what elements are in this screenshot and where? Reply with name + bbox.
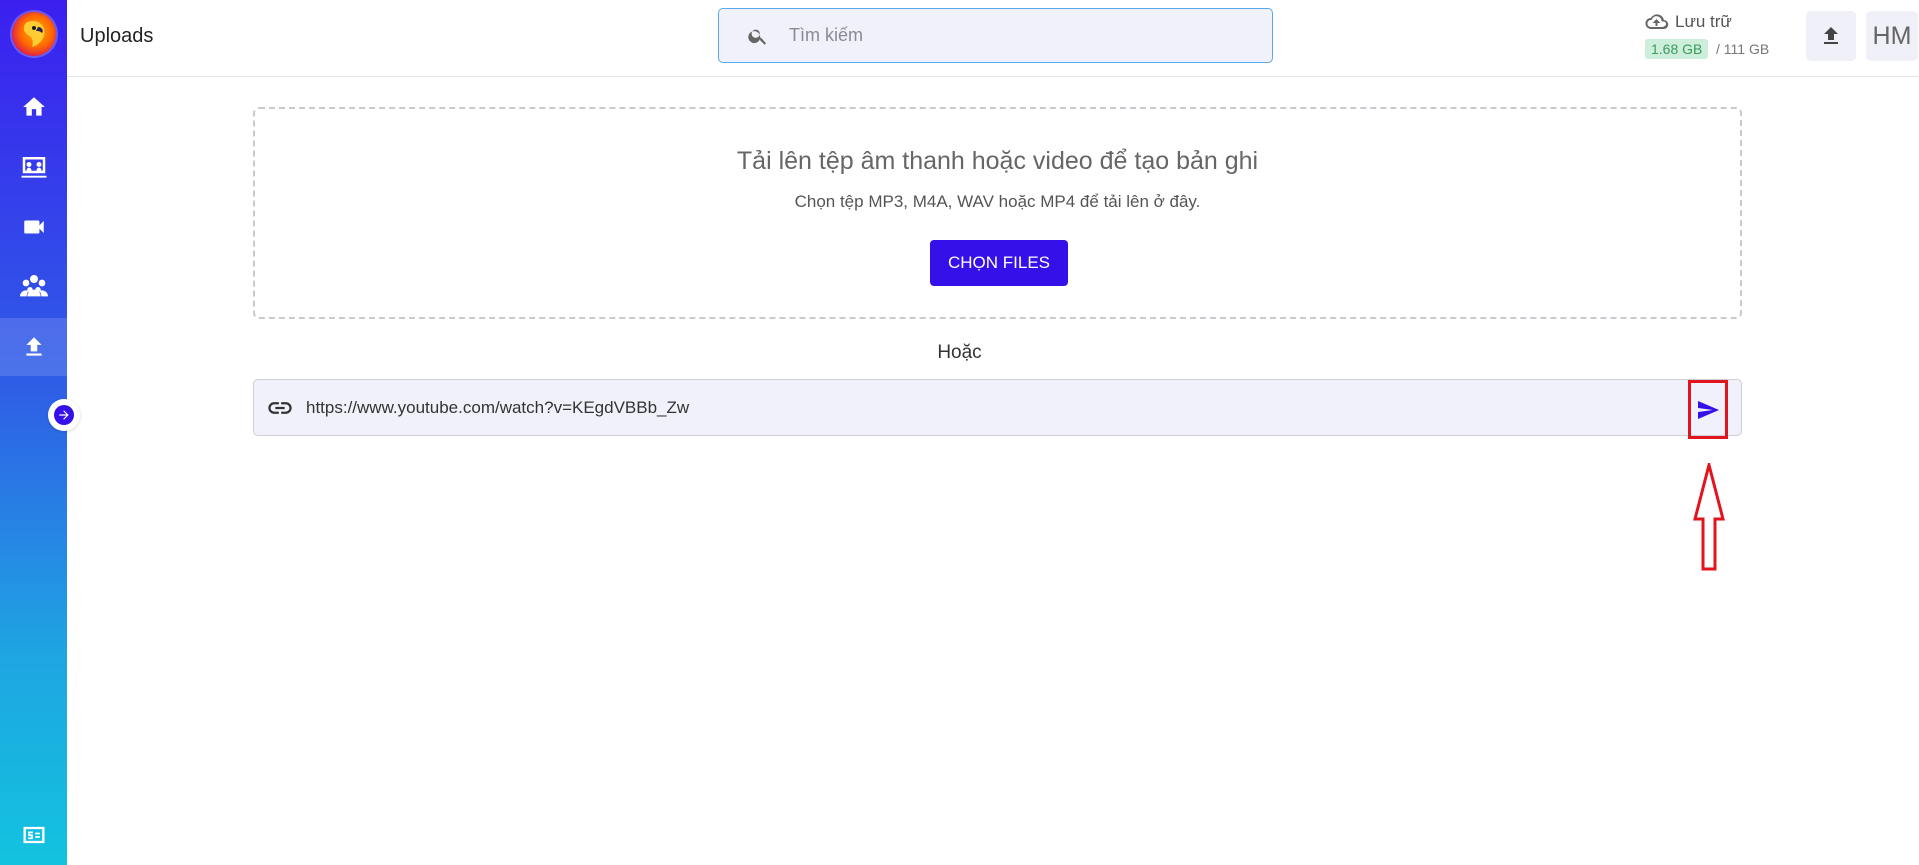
storage-label-text: Lưu trữ bbox=[1675, 12, 1732, 31]
upload-icon bbox=[1824, 27, 1838, 44]
search-box[interactable] bbox=[718, 8, 1273, 63]
sidebar bbox=[0, 0, 67, 865]
parrot-icon bbox=[23, 21, 45, 47]
sidebar-item-meetings[interactable] bbox=[0, 138, 67, 196]
video-icon bbox=[23, 220, 44, 234]
choose-files-button[interactable]: CHỌN FILES bbox=[930, 240, 1068, 286]
search-icon bbox=[748, 29, 767, 45]
avatar[interactable]: HM bbox=[1866, 11, 1918, 61]
link-icon bbox=[268, 401, 292, 414]
sidebar-expand-button[interactable] bbox=[48, 399, 80, 431]
storage-used-badge: 1.68 GB bbox=[1645, 39, 1709, 59]
dropzone-subtitle: Chọn tệp MP3, M4A, WAV hoặc MP4 để tải l… bbox=[794, 192, 1201, 211]
home-icon bbox=[22, 97, 45, 116]
sidebar-item-video[interactable] bbox=[0, 198, 67, 256]
team-icon bbox=[19, 275, 48, 297]
sidebar-item-billing[interactable] bbox=[0, 806, 67, 864]
send-icon bbox=[1698, 400, 1719, 419]
app-logo[interactable] bbox=[12, 12, 56, 56]
sidebar-item-home[interactable] bbox=[0, 78, 67, 136]
search-input[interactable] bbox=[787, 24, 1251, 47]
storage-indicator: Lưu trữ 1.68 GB / 111 GB bbox=[1644, 12, 1784, 62]
storage-label: Lưu trữ bbox=[1644, 12, 1732, 32]
url-field[interactable] bbox=[253, 379, 1742, 436]
cloud-upload-icon bbox=[1645, 14, 1669, 30]
url-input[interactable] bbox=[304, 396, 1628, 419]
or-separator: Hoặc bbox=[937, 342, 982, 363]
storage-total: / 111 GB bbox=[1716, 41, 1770, 57]
billing-icon bbox=[23, 826, 44, 844]
page-title: Uploads bbox=[80, 25, 154, 47]
dropzone-title: Tải lên tệp âm thanh hoặc video để tạo b… bbox=[736, 147, 1259, 175]
upload-dropzone[interactable]: Tải lên tệp âm thanh hoặc video để tạo b… bbox=[253, 107, 1742, 319]
send-button[interactable] bbox=[1688, 380, 1728, 439]
upload-button[interactable] bbox=[1806, 11, 1856, 61]
top-bar: Uploads Lưu trữ 1.68 GB / 111 GB HM bbox=[67, 0, 1919, 77]
arrow-right-icon bbox=[54, 405, 74, 425]
meetings-icon bbox=[21, 157, 46, 178]
annotation-arrow-icon bbox=[1693, 463, 1725, 571]
sidebar-item-team[interactable] bbox=[0, 258, 67, 316]
